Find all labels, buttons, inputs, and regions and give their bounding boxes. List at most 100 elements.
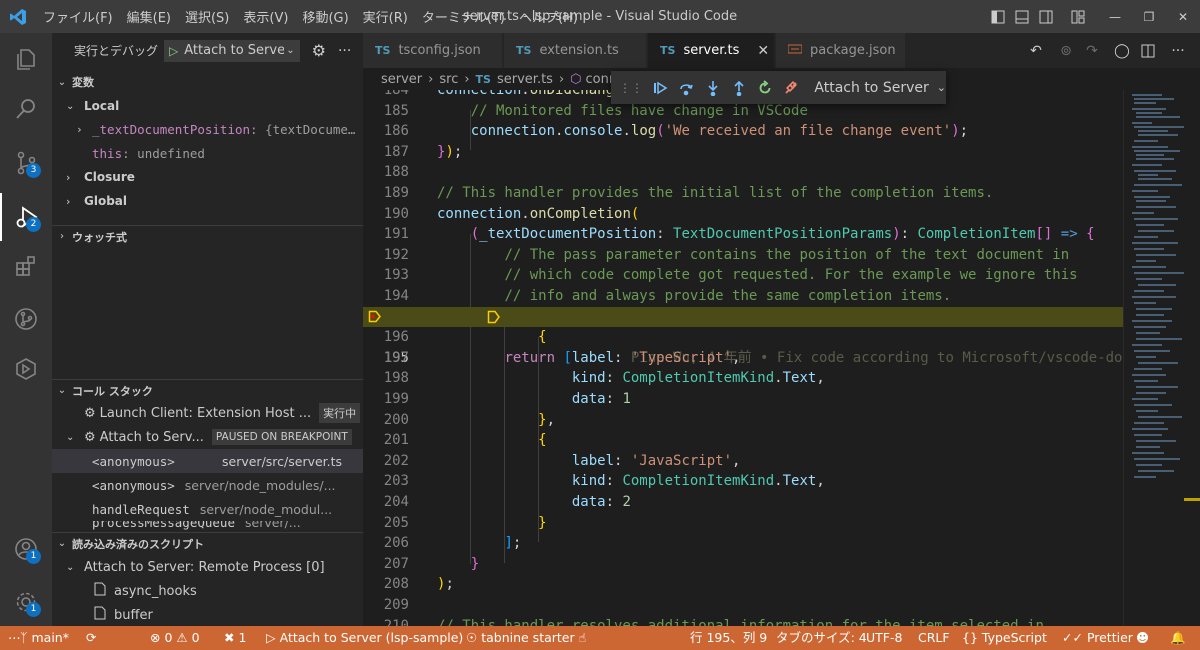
line-number: 207 bbox=[383, 555, 409, 572]
code-line: 207 } bbox=[363, 554, 1123, 575]
loaded-scripts-section-header[interactable]: ⌄ 読み込み済みのスクリプト bbox=[52, 532, 363, 554]
tabnine-item[interactable]: ☉ tabnine starter ☝ bbox=[466, 626, 586, 650]
explorer-icon[interactable] bbox=[0, 35, 52, 83]
code-line: 201 { bbox=[363, 430, 1123, 451]
restore-icon[interactable]: ❐ bbox=[1132, 0, 1166, 33]
debug-session-item[interactable]: ▷ Attach to Server (lsp-sample) bbox=[266, 626, 463, 650]
menu-view[interactable]: 表示(V) bbox=[236, 7, 295, 26]
debug-session-select[interactable]: Attach to Server ⌄ bbox=[814, 80, 946, 96]
call-stack-section-header[interactable]: ⌄ コール スタック bbox=[52, 379, 363, 401]
tab-package-json[interactable]: package.json bbox=[776, 33, 906, 68]
stack-frame[interactable]: <anonymous> server/node_modules/... bbox=[52, 473, 363, 497]
git-branch-item[interactable]: ᛉ main* bbox=[20, 626, 69, 650]
watch-section-header[interactable]: › ウォッチ式 bbox=[52, 225, 363, 247]
feedback-icon[interactable]: ☻ bbox=[1136, 626, 1149, 650]
end-of-line[interactable]: CRLF bbox=[918, 626, 950, 650]
source-control-icon[interactable]: 3 bbox=[0, 139, 52, 187]
disconnect-icon[interactable] bbox=[778, 74, 804, 102]
start-debug-icon[interactable]: ▷ bbox=[169, 44, 178, 58]
menu-file[interactable]: ファイル(F) bbox=[36, 7, 120, 26]
remote-indicator-icon[interactable]: ⋯ bbox=[8, 626, 21, 650]
stack-frame[interactable]: processMessageQueue server/... bbox=[52, 521, 363, 531]
chevron-down-icon: ⌄ bbox=[66, 561, 75, 573]
variables-section-header[interactable]: ⌄ 変数 bbox=[52, 71, 363, 93]
tab-extension[interactable]: TS extension.ts bbox=[504, 33, 647, 68]
manage-gear-icon[interactable]: 1 bbox=[0, 578, 52, 626]
breadcrumb-item[interactable]: src bbox=[439, 72, 458, 87]
customize-layout-icon[interactable] bbox=[1066, 0, 1090, 33]
breadcrumb-item[interactable]: server.ts bbox=[497, 72, 553, 87]
toggle-panel-icon[interactable] bbox=[1010, 0, 1034, 33]
accounts-icon[interactable]: 1 bbox=[0, 525, 52, 573]
debug-settings-gear-icon[interactable]: ⚙ bbox=[312, 41, 326, 60]
chevron-down-icon: ⌄ bbox=[57, 385, 67, 396]
variable-row[interactable]: › _textDocumentPosition: {textDocume… bbox=[52, 117, 363, 141]
sync-icon[interactable]: ⟳ bbox=[86, 626, 96, 650]
close-window-icon[interactable]: ✕ bbox=[1166, 0, 1200, 33]
language-mode[interactable]: {} TypeScript bbox=[962, 626, 1047, 650]
thread-launch-client[interactable]: ⚙ Launch Client: Extension Host ... 実行中 bbox=[52, 401, 363, 425]
encoding[interactable]: UTF-8 bbox=[866, 626, 902, 650]
restart-icon[interactable] bbox=[752, 74, 778, 102]
tab-tsconfig[interactable]: TS tsconfig.json bbox=[363, 33, 503, 68]
prettier-label: Prettier bbox=[1086, 630, 1133, 645]
stack-frame[interactable]: <anonymous> server/src/server.ts bbox=[52, 449, 363, 473]
step-into-icon[interactable] bbox=[699, 74, 725, 102]
go-forward-icon[interactable]: ↷ bbox=[1079, 33, 1105, 68]
split-editor-icon[interactable] bbox=[1135, 33, 1161, 68]
menu-edit[interactable]: 編集(E) bbox=[120, 7, 178, 26]
more-actions-icon[interactable]: ··· bbox=[1165, 33, 1191, 68]
toggle-secondary-sidebar-icon[interactable] bbox=[1034, 0, 1058, 33]
typescript-file-icon: TS bbox=[475, 72, 491, 86]
timeline-icon[interactable]: ◯ bbox=[1109, 33, 1135, 68]
stack-frame[interactable]: handleRequest server/node_modul... bbox=[52, 497, 363, 521]
breakpoint-stopped-icon[interactable] bbox=[368, 310, 381, 323]
menu-run[interactable]: 実行(R) bbox=[356, 7, 415, 26]
script-name: buffer bbox=[114, 607, 153, 623]
go-back-icon[interactable]: ↶ bbox=[1023, 33, 1049, 68]
script-item[interactable]: async_hooks bbox=[52, 579, 363, 603]
extensions-icon[interactable] bbox=[0, 243, 52, 291]
loaded-scripts-session[interactable]: ⌄ Attach to Server: Remote Process [0] bbox=[52, 555, 363, 579]
thread-attach-server[interactable]: ⌄ ⚙ Attach to Serv... PAUSED ON BREAKPOI… bbox=[52, 425, 363, 449]
minimap[interactable] bbox=[1123, 90, 1200, 626]
step-over-icon[interactable] bbox=[673, 74, 699, 102]
code-editor[interactable]: 184 connection.onDidChange 185 // Monitor… bbox=[363, 90, 1123, 626]
debug-sessions-item[interactable]: ✖ 1 bbox=[224, 626, 246, 650]
cursor-position[interactable]: 行 195、列 9 bbox=[690, 626, 767, 650]
script-item[interactable]: buffer bbox=[52, 603, 363, 626]
debug-bug-icon: ⚙ bbox=[84, 405, 96, 421]
notifications-bell-icon[interactable]: 🔔 bbox=[1170, 626, 1186, 650]
problems-item[interactable]: ⊗ 0 ⚠ 0 bbox=[150, 626, 200, 650]
search-icon[interactable] bbox=[0, 85, 52, 133]
line-number: 203 bbox=[383, 473, 409, 490]
toggle-sidebar-icon[interactable] bbox=[986, 0, 1010, 33]
breadcrumb-item[interactable]: server bbox=[381, 72, 422, 87]
run-debug-icon[interactable]: 2 bbox=[0, 193, 52, 241]
drag-handle-icon[interactable]: ⋮⋮ bbox=[619, 81, 643, 95]
remote-explorer-icon[interactable] bbox=[0, 295, 52, 343]
menu-selection[interactable]: 選択(S) bbox=[178, 7, 236, 26]
close-tab-icon[interactable]: ✕ bbox=[757, 43, 769, 59]
scope-closure[interactable]: › Closure bbox=[52, 165, 363, 189]
chevron-right-icon: › bbox=[60, 231, 64, 242]
debug-config-select[interactable]: ▷ Attach to Server ⌄ bbox=[164, 39, 300, 62]
tab-server[interactable]: TS server.ts ✕ bbox=[648, 33, 775, 68]
variable-row[interactable]: this: undefined bbox=[52, 141, 363, 165]
scope-local[interactable]: ⌄ Local bbox=[52, 94, 363, 118]
script-name: async_hooks bbox=[114, 583, 197, 599]
more-actions-icon[interactable]: ··· bbox=[338, 43, 351, 59]
minimize-icon[interactable]: — bbox=[1098, 0, 1132, 33]
menu-go[interactable]: 移動(G) bbox=[295, 7, 355, 26]
continue-icon[interactable] bbox=[647, 74, 673, 102]
variable-value: undefined bbox=[137, 145, 205, 161]
scope-global[interactable]: › Global bbox=[52, 189, 363, 213]
chevron-down-icon: ⌄ bbox=[66, 100, 75, 112]
line-number: 204 bbox=[383, 494, 409, 510]
prettier-item[interactable]: ✓✓ Prettier bbox=[1062, 626, 1133, 650]
indentation[interactable]: タブのサイズ: 4 bbox=[776, 626, 867, 650]
open-changes-icon[interactable]: ⊚ bbox=[1053, 33, 1079, 68]
step-out-icon[interactable] bbox=[726, 74, 752, 102]
chevron-right-icon: › bbox=[66, 170, 71, 184]
deploy-icon[interactable] bbox=[0, 345, 52, 393]
